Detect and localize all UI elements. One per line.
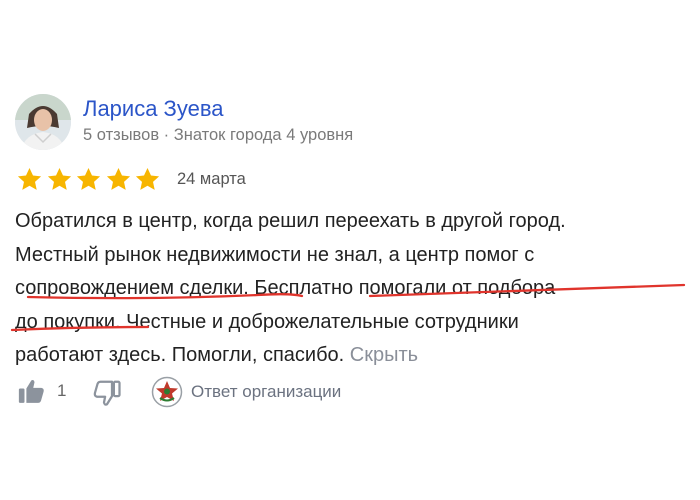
thumbs-up-icon <box>18 380 44 403</box>
avatar[interactable] <box>15 94 71 150</box>
star-icon <box>47 168 71 190</box>
star-rating <box>15 166 163 193</box>
like-count: 1 <box>57 381 67 400</box>
like-button[interactable]: 1 <box>17 376 66 406</box>
star-icon <box>17 168 42 190</box>
review-line: до покупки. Честные и доброжелательные с… <box>15 310 519 333</box>
review-text: Обратился в центр, когда решил переехать… <box>15 205 687 373</box>
review-line: Местный рынок недвижимости не знал, а це… <box>15 243 535 266</box>
review-line: сопровождением сделки. Бесплатно помогал… <box>15 277 556 299</box>
thumbs-down-icon <box>93 380 121 406</box>
review-actions: 1 Ответ организации <box>15 372 515 412</box>
hide-link[interactable]: Скрыть <box>350 344 418 366</box>
reply-label: Ответ организации <box>191 382 342 401</box>
star-icon <box>135 168 160 190</box>
rating-row: 24 марта <box>15 166 415 194</box>
review-date: 24 марта <box>177 170 246 188</box>
review-header: Лариса Зуева 5 отзывов · Знаток города 4… <box>15 94 675 154</box>
organization-logo-icon <box>151 376 183 408</box>
star-icon <box>76 168 101 190</box>
star-icon <box>106 168 130 190</box>
review-line: Обратился в центр, когда решил переехать… <box>15 210 566 232</box>
organization-reply-button[interactable]: Ответ организации <box>151 376 341 408</box>
review-line: работают здесь. Помогли, спасибо. <box>15 344 345 366</box>
review-line-last: работают здесь. Помогли, спасибо. Скрыть <box>15 339 687 373</box>
author-meta: 5 отзывов · Знаток города 4 уровня <box>83 126 354 144</box>
dislike-button[interactable] <box>91 378 123 408</box>
author-name[interactable]: Лариса Зуева <box>83 96 224 122</box>
